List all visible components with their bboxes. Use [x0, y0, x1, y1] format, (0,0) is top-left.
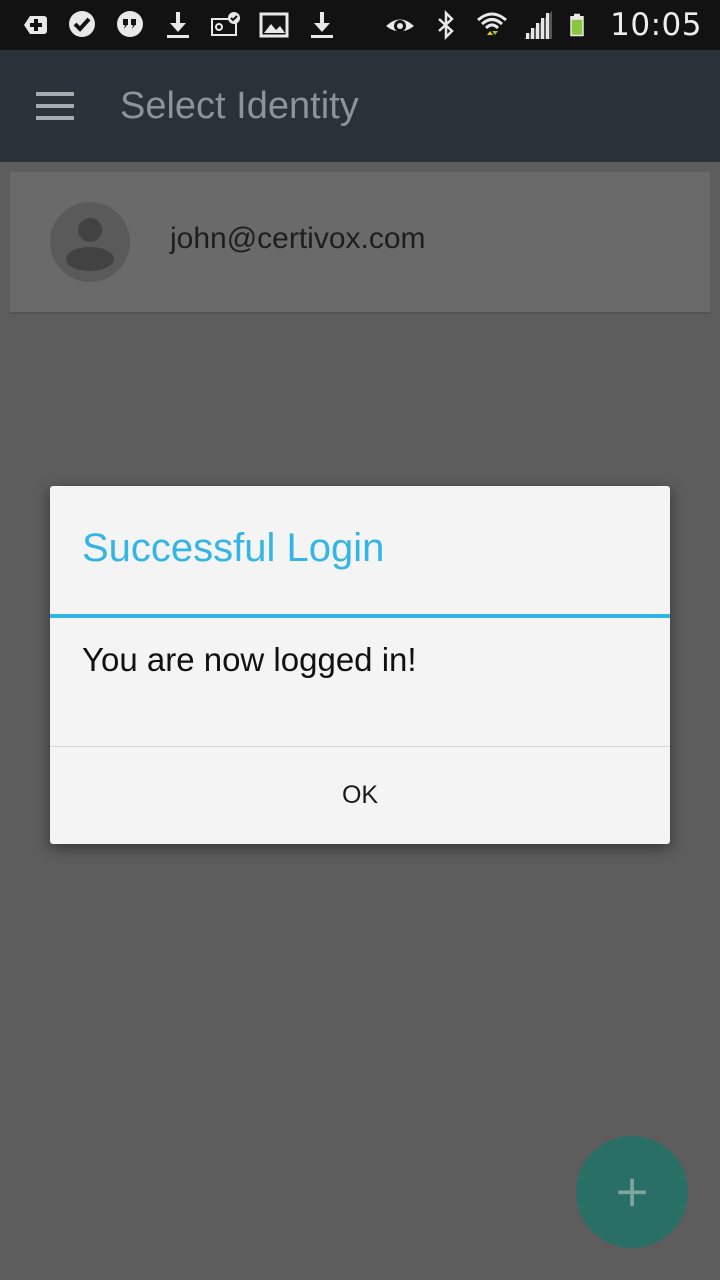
wifi-icon — [477, 12, 508, 35]
voicemail-icon — [211, 12, 240, 36]
bluetooth-icon — [438, 9, 454, 41]
clock: 10:05 — [610, 7, 702, 43]
person-avatar-icon — [50, 202, 130, 282]
identity-list-item[interactable]: john@certivox.com — [10, 172, 710, 314]
image-icon — [259, 12, 289, 38]
download-icon — [167, 12, 189, 38]
quote-chat-icon — [117, 11, 143, 37]
add-identity-button[interactable]: + — [576, 1136, 688, 1248]
app-bar: Select Identity — [0, 50, 720, 162]
dialog-title: Successful Login — [82, 526, 385, 570]
dialog-title-divider — [50, 614, 670, 618]
plus-app-icon — [24, 16, 47, 34]
check-chat-icon — [69, 11, 95, 37]
battery-icon — [570, 13, 584, 37]
signal-icon — [524, 11, 553, 39]
dialog-message: You are now logged in! — [82, 641, 417, 678]
notification-icons — [18, 6, 338, 44]
ok-button[interactable]: OK — [50, 747, 670, 844]
download-icon — [311, 12, 333, 38]
login-success-dialog: Successful Login You are now logged in! … — [50, 486, 670, 844]
system-icons: 10:05 — [384, 6, 702, 44]
hamburger-menu-icon[interactable] — [36, 92, 76, 122]
page-title: Select Identity — [120, 85, 359, 127]
eye-icon — [386, 19, 415, 32]
status-bar: 10:05 — [0, 0, 720, 50]
add-icon: + — [613, 1166, 651, 1217]
identity-email: john@certivox.com — [170, 222, 426, 255]
